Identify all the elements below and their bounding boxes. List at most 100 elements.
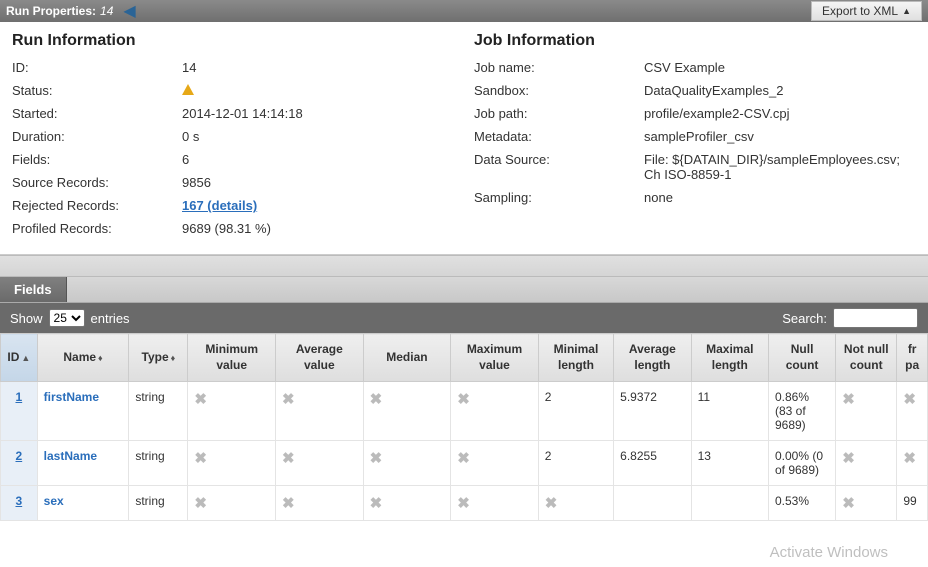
job-info-heading: Job Information (474, 32, 916, 50)
info-value: 2014-12-01 14:14:18 (182, 106, 454, 121)
cell-median: ✖ (363, 382, 451, 441)
cell-max: ✖ (451, 441, 539, 486)
col-max-length[interactable]: Maximal length (691, 334, 768, 382)
info-label: Source Records: (12, 175, 182, 190)
info-label: Status: (12, 83, 182, 98)
x-icon: ✖ (282, 450, 295, 467)
cell-avg: ✖ (276, 441, 364, 486)
col-id[interactable]: ID▲ (1, 334, 38, 382)
info-value: 9689 (98.31 %) (182, 221, 454, 236)
header-run-number: 14 (100, 4, 113, 18)
col-avg-value[interactable]: Average value (276, 334, 364, 382)
row-id-link[interactable]: 3 (15, 494, 22, 508)
cell-avg: ✖ (276, 486, 364, 521)
export-xml-button[interactable]: Export to XML ▲ (811, 1, 922, 21)
table-row: 3sexstring✖✖✖✖✖0.53%✖99 (1, 486, 928, 521)
info-value: 9856 (182, 175, 454, 190)
col-not-null-count[interactable]: Not null count (836, 334, 897, 382)
sort-icon: ♦ (98, 353, 103, 363)
field-name-link[interactable]: sex (44, 494, 64, 508)
info-value: DataQualityExamples_2 (644, 83, 916, 98)
info-value: File: ${DATAIN_DIR}/sampleEmployees.csv;… (644, 152, 916, 182)
x-icon: ✖ (545, 495, 558, 512)
cell-fr: ✖ (897, 382, 928, 441)
cell-min: ✖ (188, 486, 276, 521)
cell-name: sex (37, 486, 129, 521)
info-label: Job name: (474, 60, 644, 75)
x-icon: ✖ (194, 495, 207, 512)
run-info-column: Run Information ID: 14 Status: Started: … (12, 32, 454, 240)
info-value: sampleProfiler_csv (644, 129, 916, 144)
cell-id: 1 (1, 382, 38, 441)
col-null-count[interactable]: Null count (768, 334, 835, 382)
info-row-profiled: Profiled Records: 9689 (98.31 %) (12, 217, 454, 240)
cell-minl: 2 (538, 441, 613, 486)
cell-median: ✖ (363, 486, 451, 521)
info-row-sampling: Sampling: none (474, 186, 916, 209)
header-bar: Run Properties: 14 ◀ Export to XML ▲ (0, 0, 928, 22)
info-label: Sampling: (474, 190, 644, 205)
cell-min: ✖ (188, 382, 276, 441)
info-row-jobpath: Job path: profile/example2-CSV.cpj (474, 102, 916, 125)
cell-name: lastName (37, 441, 129, 486)
col-median[interactable]: Median (363, 334, 451, 382)
sort-asc-icon: ▲ (21, 353, 30, 363)
info-label: Profiled Records: (12, 221, 182, 236)
table-row: 1firstNamestring✖✖✖✖25.9372110.86% (83 o… (1, 382, 928, 441)
info-value (182, 83, 454, 98)
info-label: Duration: (12, 129, 182, 144)
cell-nnull: ✖ (836, 486, 897, 521)
cell-fr: ✖ (897, 441, 928, 486)
info-label: ID: (12, 60, 182, 75)
info-panel: Run Information ID: 14 Status: Started: … (0, 22, 928, 255)
table-row: 2lastNamestring✖✖✖✖26.8255130.00% (0 of … (1, 441, 928, 486)
col-avg-length[interactable]: Average length (614, 334, 691, 382)
header-title: Run Properties: (6, 4, 96, 18)
info-label: Fields: (12, 152, 182, 167)
cell-max: ✖ (451, 382, 539, 441)
fields-controls: Show 25 entries Search: (0, 303, 928, 333)
collapse-icon[interactable]: ◀ (123, 1, 135, 21)
info-row-fields: Fields: 6 (12, 148, 454, 171)
job-info-column: Job Information Job name: CSV Example Sa… (474, 32, 916, 240)
col-fr[interactable]: fr pa (897, 334, 928, 382)
x-icon: ✖ (370, 495, 383, 512)
sort-icon: ♦ (171, 353, 176, 363)
col-type[interactable]: Type♦ (129, 334, 188, 382)
cell-minl: 2 (538, 382, 613, 441)
row-id-link[interactable]: 2 (15, 449, 22, 463)
col-min-value[interactable]: Minimum value (188, 334, 276, 382)
cell-minl: ✖ (538, 486, 613, 521)
row-id-link[interactable]: 1 (15, 390, 22, 404)
col-max-value[interactable]: Maximum value (451, 334, 539, 382)
x-icon: ✖ (457, 391, 470, 408)
rejected-details-link[interactable]: 167 (details) (182, 198, 257, 213)
cell-name: firstName (37, 382, 129, 441)
x-icon: ✖ (842, 450, 855, 467)
cell-min: ✖ (188, 441, 276, 486)
cell-type: string (129, 486, 188, 521)
field-name-link[interactable]: lastName (44, 449, 97, 463)
x-icon: ✖ (903, 450, 916, 467)
col-name[interactable]: Name♦ (37, 334, 129, 382)
fields-tabs: Fields (0, 277, 928, 303)
cell-null: 0.86% (83 of 9689) (768, 382, 835, 441)
col-min-length[interactable]: Minimal length (538, 334, 613, 382)
info-row-metadata: Metadata: sampleProfiler_csv (474, 125, 916, 148)
cell-nnull: ✖ (836, 382, 897, 441)
info-value: 14 (182, 60, 454, 75)
entries-select[interactable]: 25 (49, 309, 85, 327)
field-name-link[interactable]: firstName (44, 390, 99, 404)
search-input[interactable] (833, 308, 918, 328)
cell-null: 0.00% (0 of 9689) (768, 441, 835, 486)
export-label: Export to XML (822, 4, 898, 18)
info-value: profile/example2-CSV.cpj (644, 106, 916, 121)
x-icon: ✖ (282, 495, 295, 512)
cell-maxl: 13 (691, 441, 768, 486)
warning-icon (182, 84, 194, 95)
info-row-source: Source Records: 9856 (12, 171, 454, 194)
tab-fields[interactable]: Fields (0, 277, 67, 302)
info-label: Job path: (474, 106, 644, 121)
x-icon: ✖ (282, 391, 295, 408)
cell-median: ✖ (363, 441, 451, 486)
